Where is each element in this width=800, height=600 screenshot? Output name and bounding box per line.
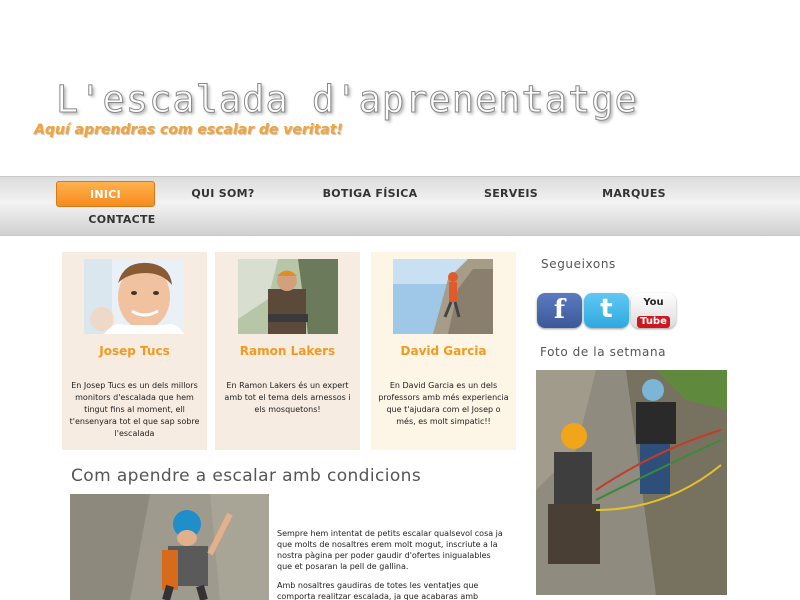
- twitter-icon[interactable]: t: [584, 293, 629, 328]
- nav-item-qui-som[interactable]: QUI SOM?: [178, 181, 268, 207]
- team-name: David Garcia: [400, 344, 487, 358]
- article-paragraph: Sempre hem intentat de petits escalar qu…: [277, 529, 503, 571]
- nav-item-contacte[interactable]: CONTACTE: [77, 207, 167, 233]
- article-photo: [70, 494, 269, 600]
- team-photo-josep: [84, 259, 184, 334]
- team-bio: En David Garcia es un dels professors am…: [378, 381, 509, 426]
- team-photo-david: [393, 259, 493, 334]
- site-tagline: Aquí aprendras com escalar de veritat!: [34, 122, 343, 138]
- youtube-icon-top: You: [643, 297, 664, 308]
- site-title: L'escalada d'aprenentatge: [56, 78, 638, 122]
- photo-of-the-week: [536, 370, 727, 595]
- nav-item-inici[interactable]: INICI: [56, 181, 155, 207]
- main-navigation: INICI QUI SOM? BOTIGA FÍSICA SERVEIS MAR…: [0, 176, 800, 236]
- follow-heading: Segueixons: [541, 257, 616, 271]
- team-bio: En Josep Tucs es un dels millors monitor…: [69, 381, 200, 438]
- section-heading: Com apendre a escalar amb condicions: [71, 466, 422, 486]
- nav-item-botiga-fisica[interactable]: BOTIGA FÍSICA: [305, 181, 435, 207]
- nav-item-serveis[interactable]: SERVEIS: [466, 181, 556, 207]
- team-name: Josep Tucs: [99, 344, 170, 358]
- article-paragraph: Amb nosaltres gaudiras de totes les vent…: [277, 581, 479, 600]
- team-bio: En Ramon Lakers és un expert amb tot el …: [224, 381, 351, 414]
- page: L'escalada d'aprenentatge Aquí aprendras…: [0, 0, 800, 600]
- team-card-ramon: Ramon Lakers En Ramon Lakers és un exper…: [215, 252, 360, 450]
- youtube-icon[interactable]: You Tube: [631, 293, 676, 328]
- facebook-icon[interactable]: f: [537, 293, 582, 328]
- photo-of-week-heading: Foto de la setmana: [540, 345, 667, 359]
- team-photo-ramon: [238, 259, 338, 334]
- nav-item-marques[interactable]: MARQUES: [589, 181, 679, 207]
- team-card-josep: Josep Tucs En Josep Tucs es un dels mill…: [62, 252, 207, 450]
- team-card-david: David Garcia En David Garcia es un dels …: [371, 252, 516, 450]
- youtube-icon-bottom: Tube: [637, 316, 670, 328]
- team-name: Ramon Lakers: [239, 344, 336, 358]
